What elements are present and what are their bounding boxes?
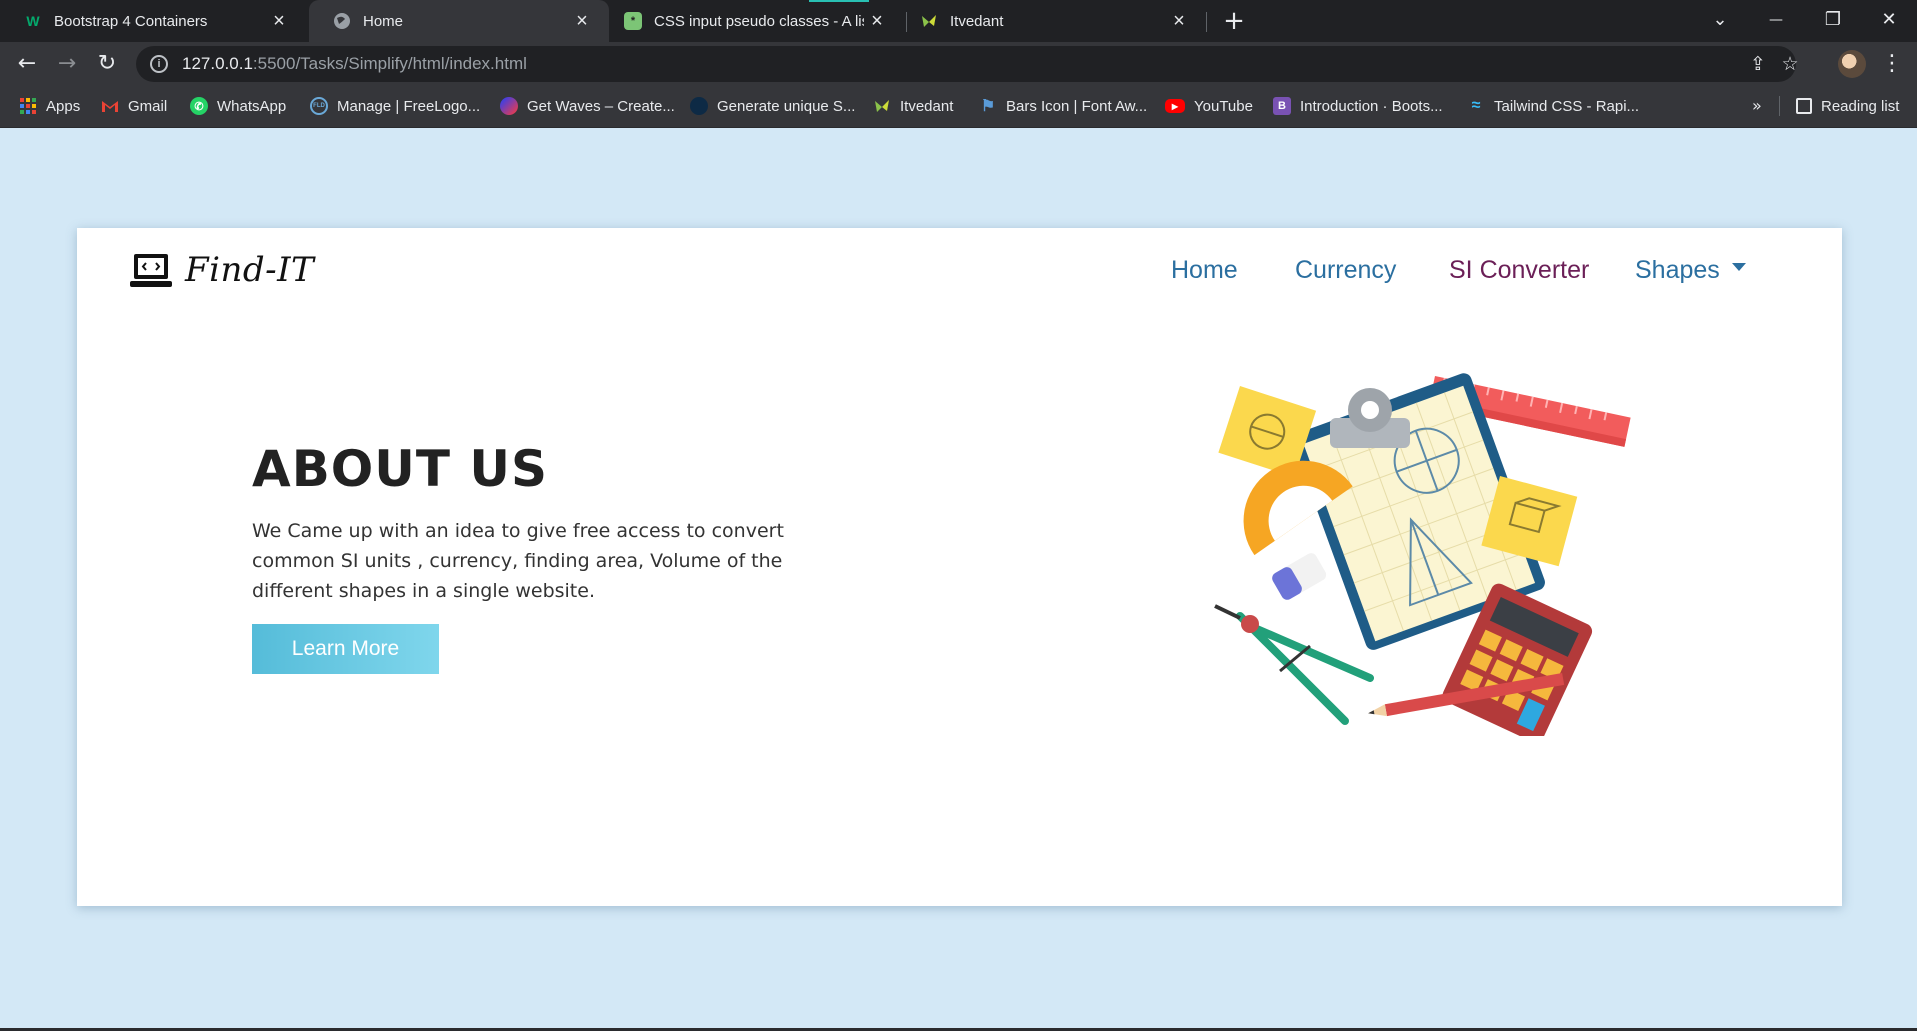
profile-avatar[interactable]: [1838, 50, 1866, 78]
w3schools-icon: W: [26, 13, 40, 29]
itvedant-icon: [873, 97, 891, 115]
bookmarks-separator: [1779, 96, 1780, 116]
blob-icon: [690, 97, 708, 115]
tab-home[interactable]: Home ×: [309, 0, 609, 42]
close-tab-icon[interactable]: ×: [1166, 10, 1192, 33]
gmail-icon: [101, 97, 119, 115]
about-description: We Came up with an idea to give free acc…: [252, 520, 784, 602]
globe-icon: [333, 12, 351, 30]
back-button[interactable]: ←: [11, 48, 43, 80]
learn-more-button[interactable]: Learn More: [252, 624, 439, 674]
tab-title: Home: [363, 12, 404, 30]
address-bar[interactable]: i 127.0.0.1:5500/Tasks/Simplify/html/ind…: [136, 46, 1799, 82]
bookmark-label: Tailwind CSS - Rapi...: [1494, 97, 1640, 115]
browser-tab-bar: W Bootstrap 4 Containers × Home × * CSS …: [0, 0, 1917, 42]
reading-list-label: Reading list: [1821, 97, 1900, 115]
getwaves-icon: [500, 97, 518, 115]
close-tab-icon[interactable]: ×: [569, 10, 595, 33]
browser-toolbar: ← → ↻ i 127.0.0.1:5500/Tasks/Simplify/ht…: [0, 42, 1917, 86]
whatsapp-icon: ✆: [190, 97, 208, 115]
tab-title: CSS input pseudo classes - A list: [654, 12, 864, 30]
bookmark-label: Manage | FreeLogo...: [337, 97, 481, 115]
close-tab-icon[interactable]: ×: [266, 10, 292, 33]
bookmark-label: Gmail: [128, 97, 168, 115]
bookmarks-overflow-button[interactable]: »: [1752, 86, 1762, 126]
tab-title: Itvedant: [950, 12, 1004, 30]
bookmark-label: YouTube: [1194, 97, 1253, 115]
laptop-code-icon: [130, 254, 172, 287]
bookmark-label: Itvedant: [900, 97, 954, 115]
tab-separator: [1206, 12, 1207, 32]
reading-list-button[interactable]: Reading list: [1796, 86, 1899, 126]
bookmark-label: Apps: [46, 97, 81, 115]
bookmark-bootstrap[interactable]: B Introduction · Boots...: [1273, 86, 1443, 126]
restore-button[interactable]: ❐: [1810, 0, 1856, 42]
hero-card: Find-IT Home Currency SI Converter Shape…: [77, 228, 1842, 906]
tab-css-pseudo-classes[interactable]: * CSS input pseudo classes - A list ×: [612, 0, 904, 42]
tab-separator: [906, 12, 907, 32]
close-tab-icon[interactable]: ×: [864, 10, 890, 33]
bookmark-freelogo[interactable]: FLD Manage | FreeLogo...: [310, 86, 480, 126]
site-logo[interactable]: Find-IT: [129, 250, 314, 290]
tailwind-icon: ≈: [1471, 97, 1481, 114]
nav-shapes-dropdown[interactable]: Shapes: [1635, 256, 1746, 285]
geometry-tools-illustration: [1214, 373, 1631, 736]
forward-button[interactable]: →: [51, 48, 83, 80]
url-text[interactable]: 127.0.0.1:5500/Tasks/Simplify/html/index…: [182, 54, 527, 74]
itvedant-icon: [920, 12, 938, 30]
new-tab-button[interactable]: +: [1219, 4, 1249, 38]
bookmark-star-icon[interactable]: ☆: [1778, 52, 1802, 76]
minimize-button[interactable]: —: [1753, 0, 1799, 42]
nav-si-converter[interactable]: SI Converter: [1449, 256, 1589, 285]
apps-grid-icon: [19, 97, 37, 115]
close-window-button[interactable]: ✕: [1866, 0, 1912, 42]
site-info-icon[interactable]: i: [150, 55, 168, 73]
bookmark-itvedant[interactable]: Itvedant: [873, 86, 953, 126]
caret-down-icon: [1731, 263, 1746, 272]
css-tricks-icon: *: [624, 12, 642, 30]
reading-list-icon: [1796, 98, 1812, 114]
about-heading: ABOUT US: [252, 440, 549, 498]
bookmark-label: Generate unique S...: [717, 97, 856, 115]
bookmark-tailwind[interactable]: ≈ Tailwind CSS - Rapi...: [1467, 86, 1639, 126]
bookmark-apps[interactable]: Apps: [19, 86, 80, 126]
tab-itvedant[interactable]: Itvedant ×: [908, 0, 1206, 42]
bookmark-label: Introduction · Boots...: [1300, 97, 1443, 115]
browser-menu-icon[interactable]: ⋮: [1880, 48, 1904, 80]
bookmark-label: Get Waves – Create...: [527, 97, 675, 115]
nav-home[interactable]: Home: [1171, 256, 1238, 285]
bookmarks-bar: Apps Gmail ✆ WhatsApp FLD Manage | FreeL…: [0, 86, 1917, 128]
bookmark-label: WhatsApp: [217, 97, 287, 115]
share-icon[interactable]: ⇪: [1746, 52, 1770, 76]
tab-title: Bootstrap 4 Containers: [54, 12, 208, 30]
nav-shapes-label: Shapes: [1635, 256, 1720, 284]
bookmark-fontawesome[interactable]: ⚑ Bars Icon | Font Aw...: [979, 86, 1147, 126]
bookmark-getwaves[interactable]: Get Waves – Create...: [500, 86, 675, 126]
youtube-icon: ▶: [1165, 99, 1185, 113]
reload-button[interactable]: ↻: [91, 48, 123, 80]
bookmark-whatsapp[interactable]: ✆ WhatsApp: [190, 86, 286, 126]
bookmark-gmail[interactable]: Gmail: [101, 86, 167, 126]
nav-currency[interactable]: Currency: [1295, 256, 1396, 285]
bookmark-youtube[interactable]: ▶ YouTube: [1165, 86, 1253, 126]
flag-icon: ⚑: [980, 98, 996, 115]
logo-text: Find-IT: [185, 250, 315, 290]
bookmark-blob[interactable]: Generate unique S...: [690, 86, 855, 126]
bookmark-label: Bars Icon | Font Aw...: [1006, 97, 1148, 115]
tab-search-button[interactable]: ⌄: [1697, 0, 1743, 42]
tab-bootstrap-containers[interactable]: W Bootstrap 4 Containers ×: [0, 0, 306, 42]
freelogo-icon: FLD: [310, 97, 328, 115]
bootstrap-icon: B: [1273, 97, 1291, 115]
